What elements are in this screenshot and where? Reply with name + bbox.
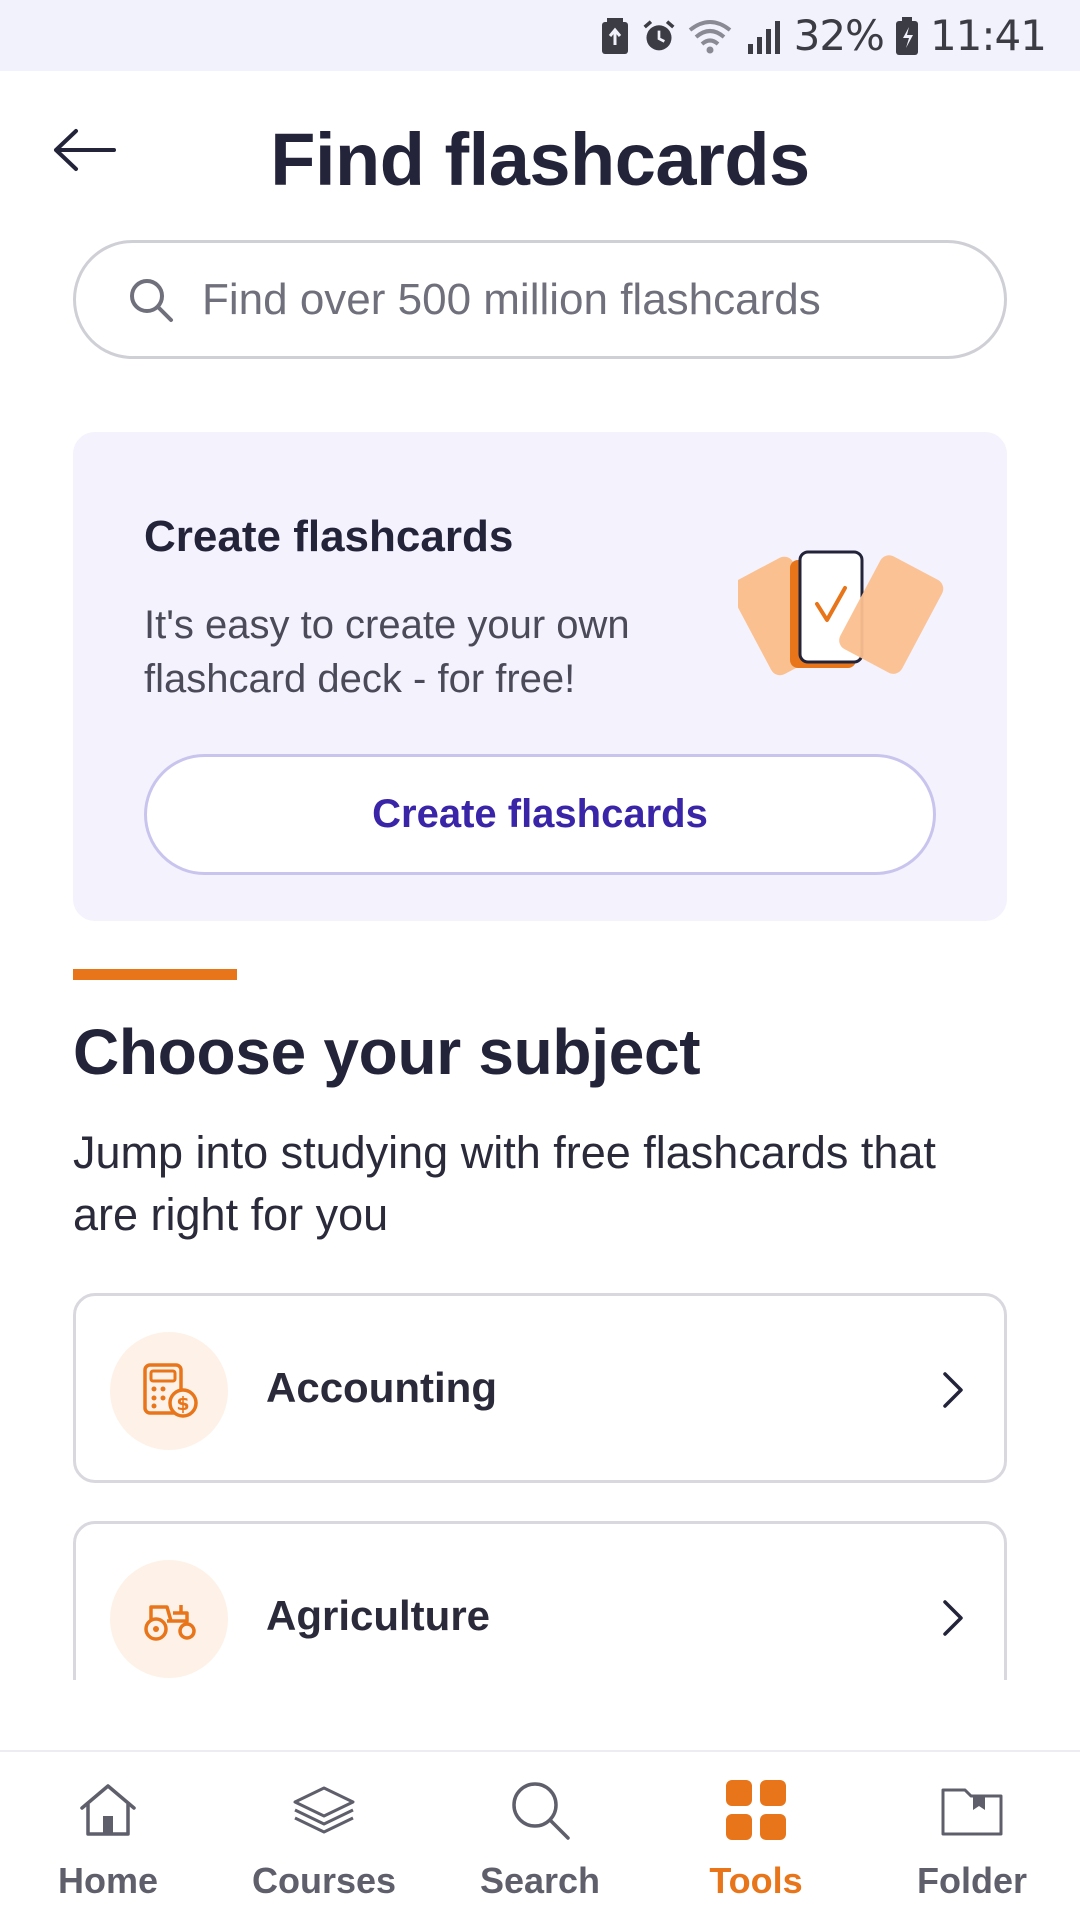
subject-item-accounting[interactable]: $ Accounting bbox=[73, 1293, 1007, 1483]
calculator-coin-icon: $ bbox=[110, 1332, 228, 1450]
nav-label: Tools bbox=[709, 1860, 803, 1901]
search-icon bbox=[130, 278, 173, 322]
alarm-icon bbox=[642, 16, 676, 56]
section-accent-bar bbox=[73, 969, 237, 980]
grid-icon bbox=[720, 1774, 792, 1846]
nav-search[interactable]: Search bbox=[432, 1752, 648, 1920]
app-screen: 32% 11:41 Find flashcards Create flashca… bbox=[0, 0, 1080, 1920]
folder-icon bbox=[936, 1774, 1008, 1846]
header: Find flashcards bbox=[0, 71, 1080, 241]
create-flashcards-card: Create flashcards It's easy to create yo… bbox=[73, 432, 1007, 921]
create-card-description: It's easy to create your own flashcard d… bbox=[144, 603, 630, 701]
battery-percent: 32% bbox=[793, 11, 885, 60]
nav-label: Folder bbox=[916, 1860, 1027, 1901]
svg-text:$: $ bbox=[176, 1393, 189, 1415]
wifi-icon bbox=[686, 16, 734, 56]
section-title: Choose your subject bbox=[73, 1016, 701, 1088]
status-bar: 32% 11:41 bbox=[0, 0, 1080, 71]
subject-list: $ Accounting Agriculture bbox=[73, 1293, 1007, 1680]
battery-saver-icon bbox=[598, 16, 632, 56]
home-icon bbox=[72, 1774, 144, 1846]
layers-icon bbox=[288, 1774, 360, 1846]
battery-charging-icon bbox=[894, 16, 920, 56]
subject-label: Accounting bbox=[266, 1364, 497, 1411]
create-card-title: Create flashcards bbox=[144, 512, 514, 561]
nav-tools[interactable]: Tools bbox=[648, 1752, 864, 1920]
nav-folder[interactable]: Folder bbox=[864, 1752, 1080, 1920]
nav-label: Search bbox=[479, 1860, 601, 1901]
subject-item-agriculture[interactable]: Agriculture bbox=[73, 1521, 1007, 1680]
subject-label: Agriculture bbox=[266, 1592, 491, 1639]
tractor-icon bbox=[110, 1560, 228, 1678]
create-flashcards-button[interactable]: Create flashcards bbox=[144, 754, 936, 875]
chevron-right-icon bbox=[943, 1372, 963, 1408]
chevron-right-icon bbox=[943, 1600, 963, 1636]
search-bar[interactable] bbox=[73, 240, 1007, 359]
page-title: Find flashcards bbox=[270, 118, 810, 201]
flashcards-phone-illustration bbox=[730, 532, 948, 682]
nav-courses[interactable]: Courses bbox=[216, 1752, 432, 1920]
nav-label: Courses bbox=[251, 1860, 397, 1901]
search-input[interactable] bbox=[202, 274, 962, 325]
clock: 11:41 bbox=[929, 11, 1047, 60]
nav-label: Home bbox=[57, 1860, 159, 1901]
nav-home[interactable]: Home bbox=[0, 1752, 216, 1920]
search-icon bbox=[504, 1774, 576, 1846]
signal-icon bbox=[744, 16, 784, 56]
section-description: Jump into studying with free flashcards … bbox=[73, 1127, 936, 1240]
bottom-navigation: Home Courses Search Tools Folder bbox=[0, 1750, 1080, 1920]
